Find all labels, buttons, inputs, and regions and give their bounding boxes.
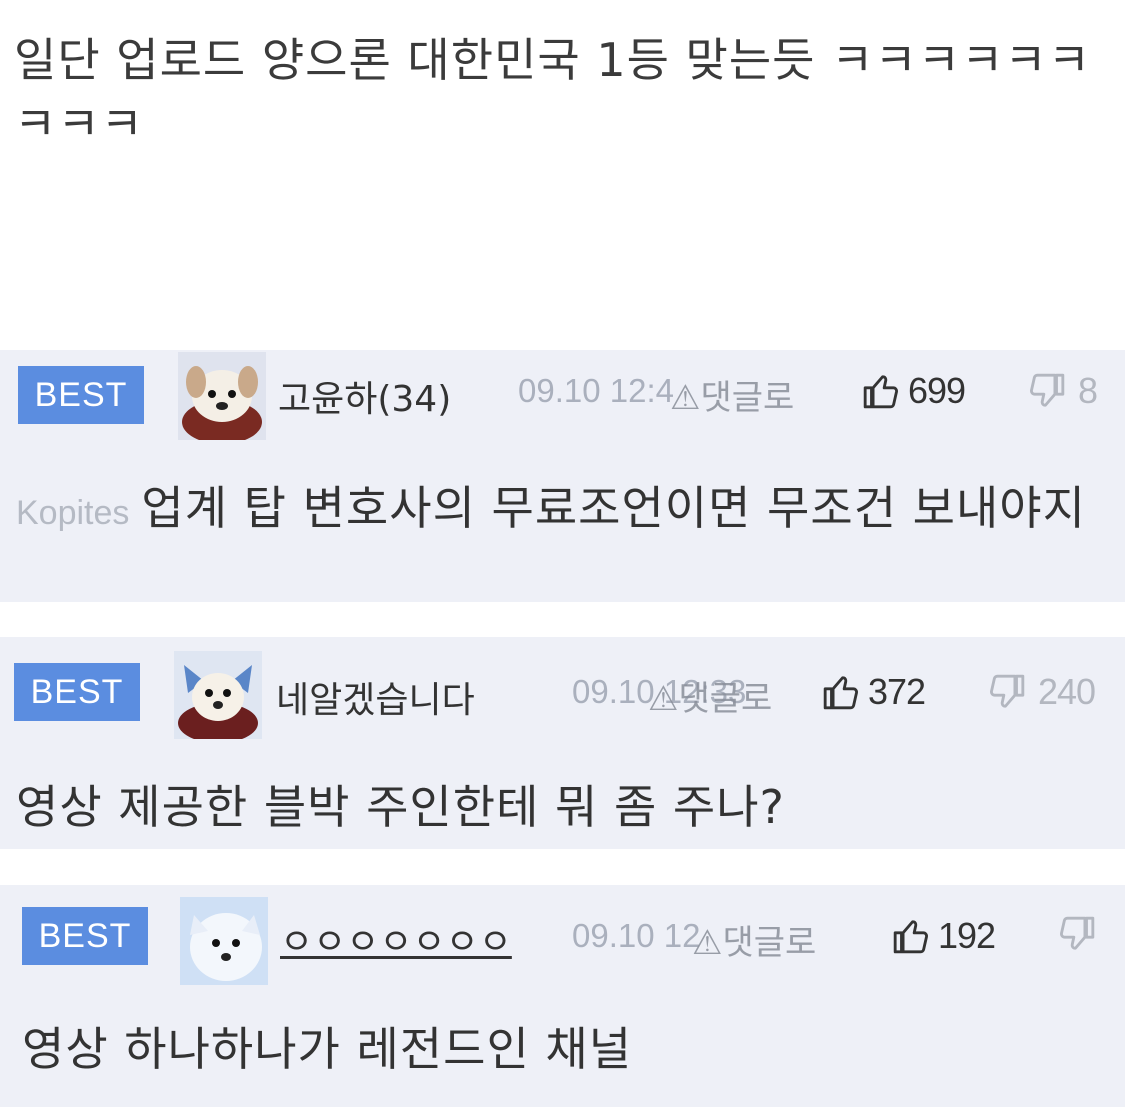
best-badge: BEST: [18, 366, 144, 424]
report-label: 댓글로: [722, 923, 817, 963]
siren-icon: ⚠: [692, 923, 723, 963]
comment-body: 업계 탑 변호사의 무료조언이면 무조건 보내야지: [141, 481, 1086, 535]
comment-nickname[interactable]: 고윤하(34): [278, 370, 451, 422]
comment-meta: BEST 고윤하(34) 09.10 12:4 ⚠댓글로 699 8: [0, 350, 1125, 446]
post-text: 일단 업로드 양으론 대한민국 1등 맞는듯 ㅋㅋㅋㅋㅋㅋㅋㅋㅋ: [14, 33, 1092, 151]
best-comment: BEST 고윤하(34) 09.10 12:4 ⚠댓글로 699 8 Kopit…: [0, 350, 1125, 602]
like-button[interactable]: 192: [892, 915, 996, 957]
thumbs-up-icon: [892, 917, 930, 955]
report-link[interactable]: ⚠댓글로: [670, 370, 794, 419]
report-link[interactable]: ⚠댓글로: [648, 671, 772, 720]
like-count: 372: [868, 671, 926, 712]
avatar[interactable]: [174, 651, 262, 739]
siren-icon: ⚠: [648, 679, 679, 719]
thumbs-up-icon: [822, 673, 860, 711]
thumbs-down-icon: [1028, 372, 1066, 410]
thumbs-down-icon: [988, 673, 1026, 711]
thumbs-down-icon: [1058, 915, 1096, 953]
comment-source: Kopites: [16, 494, 130, 532]
report-label: 댓글로: [700, 378, 795, 418]
like-count: 699: [908, 370, 966, 411]
best-badge: BEST: [22, 907, 148, 965]
siren-icon: ⚠: [670, 378, 701, 418]
comment-date: 09.10 12: [572, 917, 701, 954]
like-count: 192: [938, 915, 996, 956]
comment-date: 09.10 12:4: [518, 372, 674, 409]
report-link[interactable]: ⚠댓글로: [692, 915, 816, 964]
best-comment: BEST 네알겠습니다 09.10 12:33 ⚠댓글로 372 240 영상 …: [0, 637, 1125, 849]
avatar[interactable]: [178, 352, 266, 440]
dislike-count: 8: [1078, 370, 1098, 411]
like-button[interactable]: 372: [822, 671, 926, 713]
comment-body: 영상 하나하나가 레전드인 채널: [22, 1022, 633, 1076]
report-label: 댓글로: [678, 679, 773, 719]
comment-nickname[interactable]: 네알겠습니다: [276, 671, 475, 723]
best-badge: BEST: [14, 663, 140, 721]
dislike-button[interactable]: [1058, 915, 1096, 953]
comment-body: 영상 제공한 블박 주인한테 뭐 좀 주나?: [16, 780, 785, 834]
comment-meta: BEST 네알겠습니다 09.10 12:33 ⚠댓글로 372 240: [0, 637, 1125, 739]
best-comment: BEST ㅇㅇㅇㅇㅇㅇㅇ 09.10 12 ⚠댓글로 192 영상 하나하나가 …: [0, 885, 1125, 1107]
comment-text: Kopites 업계 탑 변호사의 무료조언이면 무조건 보내야지: [16, 478, 1106, 543]
comment-nickname[interactable]: ㅇㅇㅇㅇㅇㅇㅇ: [280, 913, 512, 965]
avatar[interactable]: [180, 897, 268, 985]
dislike-button[interactable]: 8: [1028, 370, 1098, 412]
dislike-count: 240: [1038, 671, 1096, 712]
thumbs-up-icon: [862, 372, 900, 410]
dislike-button[interactable]: 240: [988, 671, 1096, 713]
like-button[interactable]: 699: [862, 370, 966, 412]
comment-meta: BEST ㅇㅇㅇㅇㅇㅇㅇ 09.10 12 ⚠댓글로 192: [0, 885, 1125, 985]
